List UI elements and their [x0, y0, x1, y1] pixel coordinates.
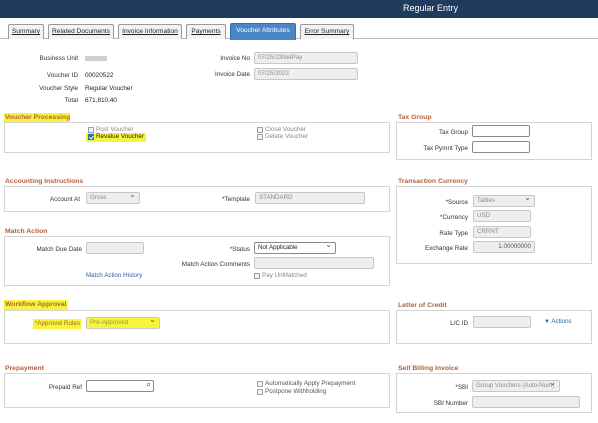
source-select[interactable]: Tables: [473, 195, 535, 207]
lc-id-field[interactable]: [473, 316, 531, 328]
accounting-instructions-title: Accounting Instructions: [5, 178, 84, 185]
source-label: *Source: [445, 199, 468, 206]
approval-rules-label: *Approval Rules: [34, 320, 80, 327]
voucher-processing-title: Voucher Processing: [5, 114, 71, 121]
lc-actions-menu[interactable]: ▼ Actions: [544, 318, 572, 325]
invoice-date-field[interactable]: 07/25/2023: [254, 68, 358, 80]
voucher-style-value: Regular Voucher: [85, 85, 133, 92]
invoice-no-field[interactable]: 07/25/23NetPay: [254, 52, 358, 64]
voucher-style-label: Voucher Style: [39, 85, 78, 92]
tab-voucher-attributes[interactable]: Voucher Attributes: [230, 23, 296, 40]
voucher-id-label: Voucher ID: [46, 72, 78, 79]
tax-group-input[interactable]: [472, 125, 530, 137]
match-action-title: Match Action: [5, 228, 48, 235]
match-action-comments-label: Match Action Comments: [181, 261, 250, 268]
post-voucher-label: Post Voucher: [96, 126, 134, 133]
close-voucher-checkbox[interactable]: [257, 127, 263, 133]
pay-unmatched-checkbox[interactable]: [254, 273, 260, 279]
match-due-date-label: Match Due Date: [36, 246, 83, 253]
total-label: Total: [64, 97, 78, 104]
revalue-voucher-label: Revalue Voucher: [96, 133, 144, 140]
rate-type-field[interactable]: CRRNT: [473, 226, 531, 238]
transaction-currency-title: Transaction Currency: [398, 178, 468, 185]
letter-of-credit-title: Letter of Credit: [398, 302, 447, 309]
match-due-date-field[interactable]: [86, 242, 144, 254]
tab-payments[interactable]: Payments: [186, 24, 226, 39]
sbi-select[interactable]: Group Vouchers (Auto-Num): [472, 380, 560, 392]
auto-apply-prepayment-label: Automatically Apply Prepayment: [265, 380, 356, 387]
tax-pymnt-type-label: Tax Pymnt Type: [423, 145, 468, 152]
invoice-no-label: Invoice No: [220, 55, 250, 62]
voucher-id-value: 00020522: [85, 72, 114, 79]
caret-down-icon: ▼: [544, 319, 550, 325]
total-value: 671,810.40: [85, 97, 117, 104]
self-billing-invoice-title: Self Billing Invoice: [398, 365, 459, 372]
exchange-rate-label: Exchange Rate: [424, 245, 468, 252]
rate-type-label: Rate Type: [439, 230, 468, 237]
sbi-label: *SBI: [455, 384, 468, 391]
prepayment-title: Prepayment: [5, 365, 44, 372]
currency-field[interactable]: USD: [473, 210, 531, 222]
prepaid-ref-input[interactable]: ⌕: [86, 380, 154, 392]
tax-group-label: Tax Group: [438, 129, 468, 136]
lc-id-label: L/C ID: [450, 320, 468, 327]
tax-group-title: Tax Group: [398, 114, 432, 121]
close-voucher-label: Close Voucher: [265, 126, 306, 133]
status-label: *Status: [229, 246, 250, 253]
sbi-number-field[interactable]: [472, 396, 580, 408]
sbi-number-label: SBI Number: [433, 400, 468, 407]
match-action-history-link[interactable]: Match Action History: [86, 272, 142, 279]
workflow-approval-title: Workflow Approval: [5, 301, 67, 308]
account-at-select[interactable]: Gross: [86, 192, 140, 204]
invoice-date-label: Invoice Date: [214, 71, 250, 78]
search-icon[interactable]: ⌕: [147, 381, 151, 390]
revalue-voucher-checkbox[interactable]: [88, 134, 94, 140]
lc-actions-label: Actions: [551, 318, 572, 325]
exchange-rate-field[interactable]: 1.00000000: [473, 241, 535, 253]
match-action-comments-field[interactable]: [254, 257, 374, 269]
template-field[interactable]: STANDARD: [255, 192, 365, 204]
tab-error-summary[interactable]: Error Summary: [300, 24, 354, 39]
status-select[interactable]: Not Applicable: [254, 242, 336, 254]
delete-voucher-checkbox[interactable]: [257, 134, 263, 140]
pay-unmatched-label: Pay UnMatched: [262, 272, 307, 279]
voucher-processing-box: [4, 122, 390, 153]
business-unit-value: [85, 56, 107, 61]
tab-strip: Summary Related Documents Invoice Inform…: [0, 22, 598, 40]
prepaid-ref-label: Prepaid Ref: [48, 384, 82, 391]
postpone-withholding-label: Postpone Withholding: [265, 388, 327, 395]
tab-invoice-information[interactable]: Invoice Information: [118, 24, 182, 39]
delete-voucher-label: Delete Voucher: [265, 133, 309, 140]
auto-apply-prepayment-checkbox[interactable]: [257, 381, 263, 387]
approval-rules-select[interactable]: Pre-Approved: [86, 317, 160, 329]
tab-related-documents[interactable]: Related Documents: [48, 24, 114, 39]
template-label: *Template: [221, 196, 250, 203]
header-bar: Regular Entry: [0, 0, 598, 18]
business-unit-label: Business Unit: [39, 55, 79, 62]
tax-pymnt-type-input[interactable]: [472, 141, 530, 153]
postpone-withholding-checkbox[interactable]: [257, 389, 263, 395]
page-title: Regular Entry: [402, 3, 458, 13]
account-at-label: Account At: [49, 196, 80, 203]
currency-label: *Currency: [440, 214, 468, 221]
tab-summary[interactable]: Summary: [8, 24, 44, 39]
